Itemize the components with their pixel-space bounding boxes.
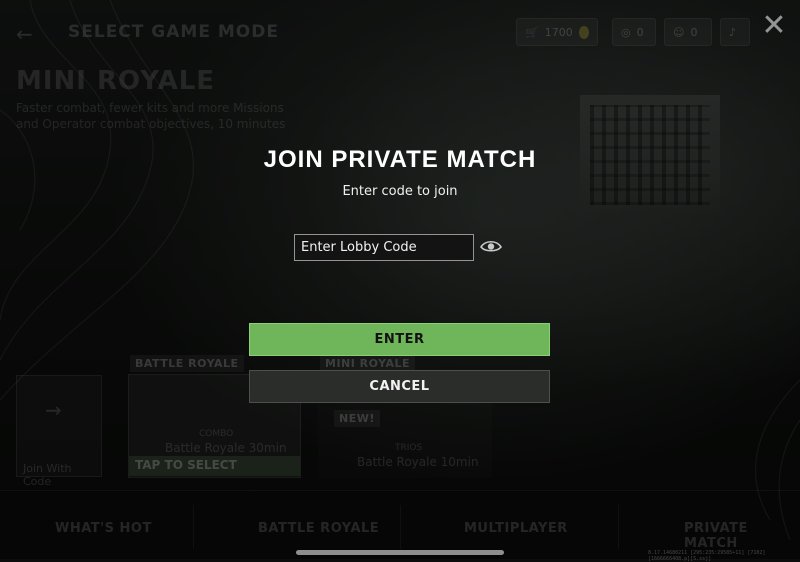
lobby-code-input[interactable]	[294, 234, 474, 261]
modal-subtitle: Enter code to join	[342, 184, 458, 199]
build-string: 8.17.14680211 [295:235:29585+11] [7102][…	[648, 550, 766, 562]
modal-overlay	[0, 0, 800, 559]
enter-button[interactable]: ENTER	[249, 323, 550, 356]
cancel-button[interactable]: CANCEL	[249, 370, 550, 403]
modal-title: JOIN PRIVATE MATCH	[263, 146, 537, 173]
eye-icon[interactable]	[480, 238, 502, 256]
home-indicator[interactable]	[296, 550, 504, 555]
